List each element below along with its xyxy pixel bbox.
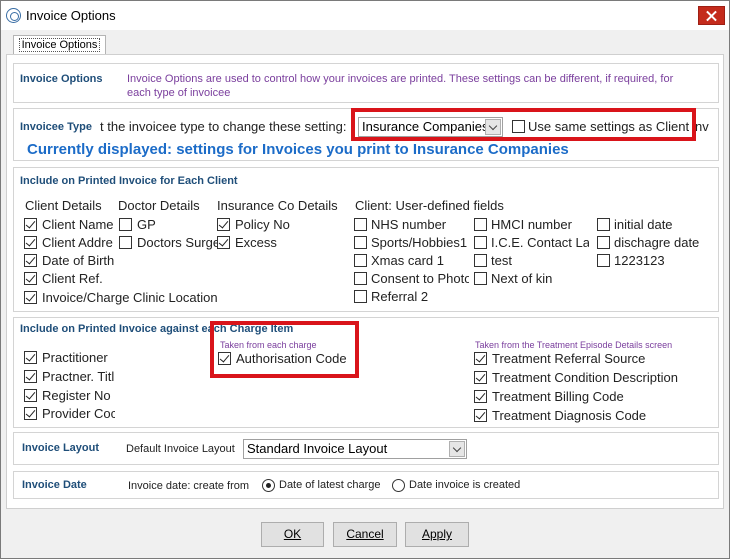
next-of-kin-label: Next of kin [491, 271, 553, 286]
treatment-billing-checkbox[interactable] [474, 390, 487, 403]
clinic-location-checkbox[interactable] [24, 291, 37, 304]
consent-to-photo-checkbox[interactable] [354, 272, 367, 285]
register-no-label: Register No [42, 388, 111, 403]
doctors-surgery-label: Doctors Surge [137, 235, 220, 250]
highlight-box-authorisation-code [210, 321, 359, 378]
date-of-birth-label: Date of Birth [42, 253, 115, 268]
date-latest-charge-label: Date of latest charge [279, 479, 381, 491]
date-of-birth-checkbox[interactable] [24, 254, 37, 267]
client-address-checkbox[interactable] [24, 236, 37, 249]
cancel-button[interactable]: Cancel [333, 522, 397, 547]
date-label: Invoice date: create from [128, 480, 250, 492]
sports-hobbies-checkbox[interactable] [354, 236, 367, 249]
insurance-details-heading: Insurance Co Details [217, 198, 338, 213]
treatment-condition-checkbox[interactable] [474, 371, 487, 384]
next-of-kin-checkbox[interactable] [474, 272, 487, 285]
intro-description: Invoice Options are used to control how … [127, 73, 674, 99]
tab-label: Invoice Options [18, 38, 101, 52]
ice-contact-checkbox[interactable] [474, 236, 487, 249]
chevron-down-icon [449, 441, 465, 457]
title-bar: Invoice Options [1, 1, 729, 30]
tab-invoice-options[interactable]: Invoice Options [13, 35, 106, 55]
intro-title: Invoice Options [20, 73, 103, 85]
close-button[interactable] [698, 6, 725, 25]
test-label: test [491, 253, 512, 268]
provider-code-checkbox[interactable] [24, 407, 37, 420]
practitioner-label: Practitioner [42, 350, 108, 365]
invoice-layout-select[interactable]: Standard Invoice Layout [243, 439, 467, 459]
date-invoice-created-label: Date invoice is created [409, 479, 521, 491]
practitioner-title-label: Practner. Titl [42, 369, 115, 384]
discharge-date-checkbox[interactable] [597, 236, 610, 249]
tab-strip: Invoice Options [1, 30, 729, 55]
gp-checkbox[interactable] [119, 218, 132, 231]
initial-date-label: initial date [614, 217, 673, 232]
xmas-card-label: Xmas card 1 [371, 253, 444, 268]
practitioner-title-checkbox[interactable] [24, 370, 37, 383]
client-name-label: Client Name [42, 217, 114, 232]
invoice-layout-value: Standard Invoice Layout [247, 441, 388, 456]
referral-2-label: Referral 2 [371, 289, 429, 304]
hmci-number-label: HMCI number [491, 217, 572, 232]
layout-title: Invoice Layout [22, 442, 100, 454]
date-invoice-created-radio[interactable] [392, 479, 405, 492]
apply-button[interactable]: Apply [405, 522, 469, 547]
treatment-referral-label: Treatment Referral Source [492, 351, 646, 366]
test-checkbox[interactable] [474, 254, 487, 267]
excess-label: Excess [235, 235, 277, 250]
highlight-box-invoicee-type [351, 108, 696, 141]
excess-checkbox[interactable] [217, 236, 230, 249]
each-client-title: Include on Printed Invoice for Each Clie… [20, 175, 238, 187]
policy-no-label: Policy No [235, 217, 290, 232]
hmci-number-checkbox[interactable] [474, 218, 487, 231]
nhs-number-label: NHS number [371, 217, 447, 232]
client-ref-label: Client Ref. [42, 271, 103, 286]
treatment-condition-label: Treatment Condition Description [492, 370, 678, 385]
client-address-label: Client Addre [42, 235, 113, 250]
invoicee-type-instruction: t the invoicee type to change these sett… [100, 119, 347, 134]
field-1223123-checkbox[interactable] [597, 254, 610, 267]
treatment-referral-checkbox[interactable] [474, 352, 487, 365]
date-latest-charge-radio[interactable] [262, 479, 275, 492]
invoicee-type-title: Invoicee Type [20, 121, 92, 133]
initial-date-checkbox[interactable] [597, 218, 610, 231]
referral-2-checkbox[interactable] [354, 290, 367, 303]
intro-section: Invoice Options Invoice Options are used… [13, 63, 719, 103]
nhs-number-checkbox[interactable] [354, 218, 367, 231]
doctors-surgery-checkbox[interactable] [119, 236, 132, 249]
provider-code-label: Provider Coc [42, 406, 115, 421]
ok-button[interactable]: OK [261, 522, 324, 547]
sports-hobbies-label: Sports/Hobbies1 [371, 235, 468, 250]
treatment-billing-label: Treatment Billing Code [492, 389, 624, 404]
invoicee-type-truncated-text: nv [695, 119, 709, 134]
client-ref-checkbox[interactable] [24, 272, 37, 285]
policy-no-checkbox[interactable] [217, 218, 230, 231]
practitioner-checkbox[interactable] [24, 351, 37, 364]
layout-label: Default Invoice Layout [126, 443, 235, 455]
invoice-options-window: Invoice Options Invoice Options Invoice … [0, 0, 730, 559]
app-icon [6, 8, 21, 23]
ice-contact-label: I.C.E. Contact Lar [491, 235, 589, 250]
discharge-date-label: dischagre date [614, 235, 700, 250]
window-title: Invoice Options [26, 8, 116, 23]
user-defined-heading: Client: User-defined fields [355, 198, 504, 213]
register-no-checkbox[interactable] [24, 389, 37, 402]
xmas-card-checkbox[interactable] [354, 254, 367, 267]
clinic-location-label: Invoice/Charge Clinic Location [42, 290, 218, 305]
currently-displayed-banner: Currently displayed: settings for Invoic… [27, 141, 569, 158]
treatment-diagnosis-label: Treatment Diagnosis Code [492, 408, 647, 423]
field-1223123-label: 1223123 [614, 253, 665, 268]
client-details-heading: Client Details [25, 198, 102, 213]
doctor-details-heading: Doctor Details [118, 198, 200, 213]
client-name-checkbox[interactable] [24, 218, 37, 231]
tab-panel: Invoice Options Invoice Options are used… [6, 54, 724, 509]
gp-label: GP [137, 217, 156, 232]
date-title: Invoice Date [22, 479, 87, 491]
consent-to-photo-label: Consent to Photo [371, 271, 469, 286]
episode-note: Taken from the Treatment Episode Details… [475, 340, 673, 350]
treatment-diagnosis-checkbox[interactable] [474, 409, 487, 422]
